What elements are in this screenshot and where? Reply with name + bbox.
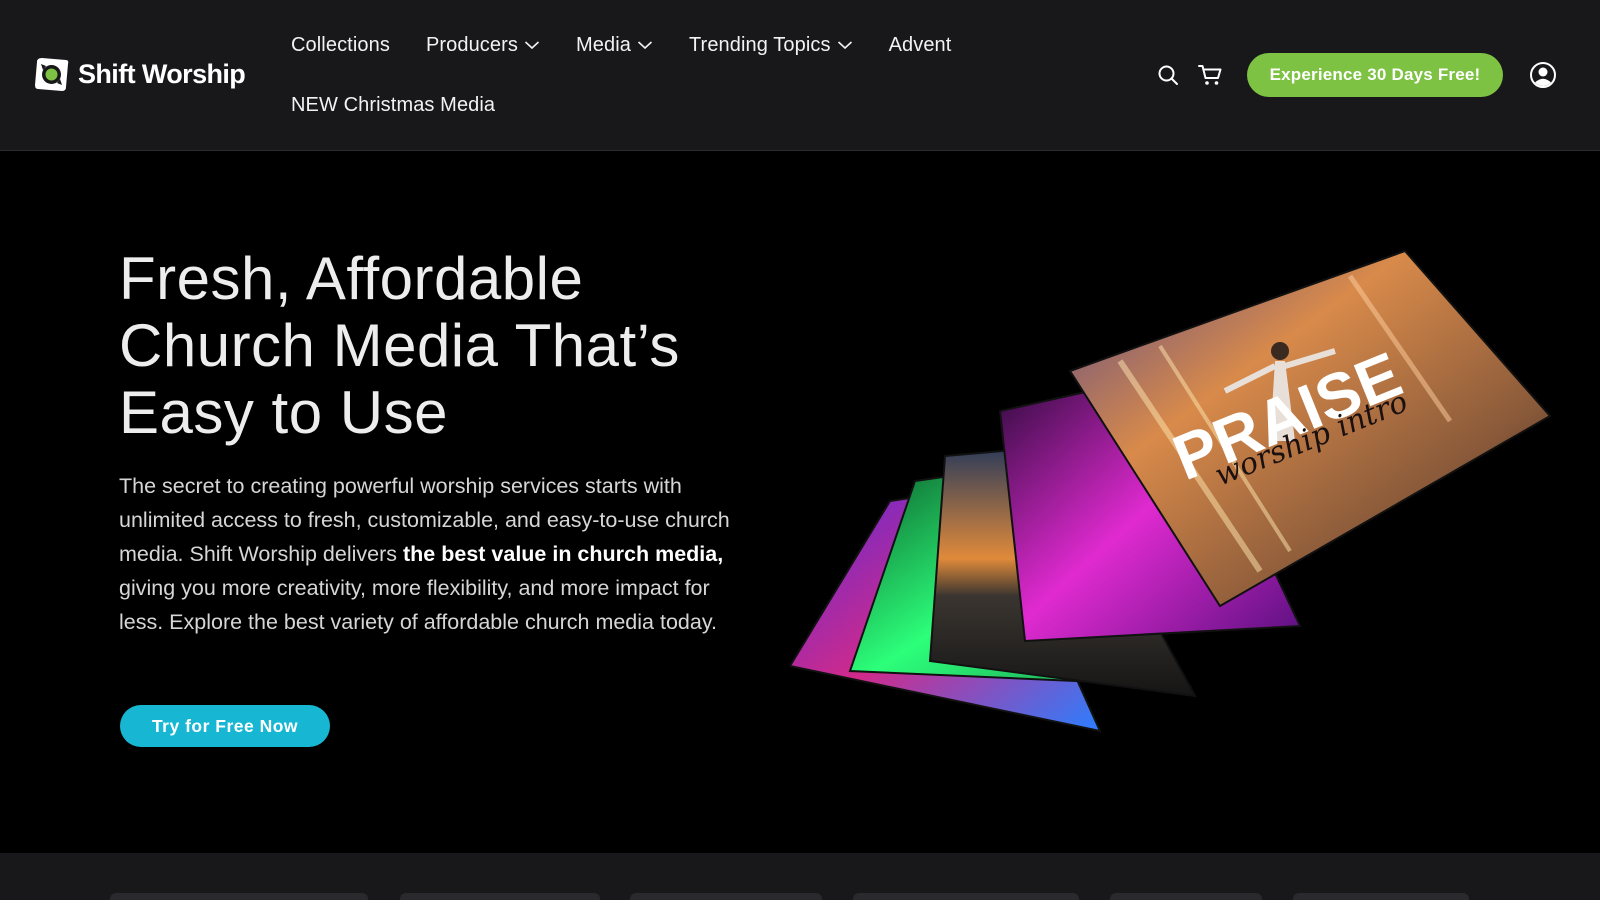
nav-item-label: NEW Christmas Media [291, 93, 496, 116]
chevron-down-icon [837, 41, 852, 50]
media-card-stack: PRAISE worship intro [788, 241, 1570, 801]
hero-section: Fresh, Affordable Church Media That’s Ea… [0, 151, 1600, 853]
chevron-down-icon [637, 41, 653, 50]
chevron-down-icon [524, 41, 540, 50]
nav-item-producers[interactable]: Producers [426, 34, 540, 57]
hero-title-line: Church Media That’s [119, 312, 680, 379]
nav-item-collections[interactable]: Collections [291, 34, 390, 57]
media-card-stack-image: PRAISE worship intro [788, 249, 1552, 733]
nav-item-new-christmas-media[interactable]: NEW Christmas Media [291, 94, 495, 117]
collection-tab[interactable] [1293, 893, 1469, 900]
nav-item-media[interactable]: Media [576, 34, 653, 57]
hero-title-line: Fresh, Affordable [119, 245, 584, 312]
nav-item-trending-topics[interactable]: Trending Topics [689, 34, 853, 57]
nav-item-label: Producers [425, 33, 518, 56]
nav-item-label: Collections [291, 33, 390, 56]
collection-tab[interactable] [110, 893, 368, 900]
account-icon[interactable] [1529, 61, 1557, 89]
collections-strip [0, 853, 1600, 900]
site-header: Shift Worship Collections Producers Medi… [0, 0, 1600, 151]
cart-icon[interactable] [1197, 62, 1223, 88]
nav-item-advent[interactable]: Advent [889, 34, 952, 57]
hero-description: The secret to creating powerful worship … [119, 469, 744, 639]
try-for-free-button[interactable]: Try for Free Now [120, 705, 330, 747]
hero-description-text: giving you more creativity, more flexibi… [119, 576, 717, 634]
hero-description-emphasis: the best value in church media, [403, 542, 724, 566]
collection-tab[interactable] [853, 893, 1079, 900]
collection-tab[interactable] [630, 893, 822, 900]
hero-title-line: Easy to Use [119, 379, 448, 446]
main-nav: Collections Producers Media Trending Top… [291, 25, 1011, 125]
logo-text: Shift Worship [78, 59, 246, 89]
nav-item-label: Media [576, 33, 631, 56]
nav-item-label: Trending Topics [688, 33, 831, 56]
search-icon[interactable] [1157, 64, 1179, 86]
nav-row-1: Collections Producers Media Trending Top… [291, 25, 1011, 65]
hero-title: Fresh, Affordable Church Media That’s Ea… [119, 245, 779, 446]
collection-tab[interactable] [1110, 893, 1262, 900]
experience-30-days-free-button[interactable]: Experience 30 Days Free! [1247, 53, 1503, 97]
shift-worship-logo-icon [33, 56, 70, 93]
nav-row-2: NEW Christmas Media [291, 85, 1011, 125]
collection-tab[interactable] [400, 893, 600, 900]
nav-item-label: Advent [888, 33, 952, 56]
logo[interactable]: Shift Worship [33, 56, 246, 93]
